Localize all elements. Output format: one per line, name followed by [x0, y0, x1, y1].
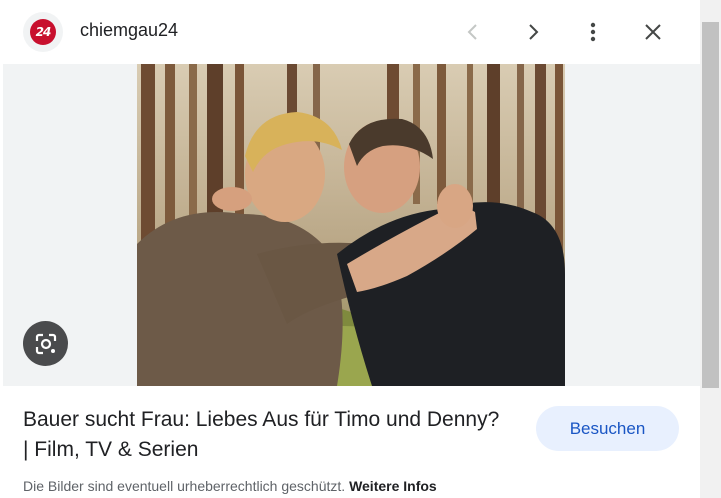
- image-preview-panel: 24 chiemgau24 Bauer sucht Frau: Liebes A…: [0, 0, 700, 498]
- google-lens-icon: [35, 333, 56, 354]
- visit-button[interactable]: Besuchen: [536, 406, 679, 451]
- preview-header: 24 chiemgau24: [0, 0, 700, 64]
- previous-button[interactable]: [455, 14, 491, 50]
- image-viewer: [3, 64, 700, 386]
- preview-image[interactable]: [137, 64, 565, 386]
- chevron-left-icon: [467, 24, 477, 40]
- chiemgau24-logo-icon: 24: [30, 19, 56, 45]
- more-vert-icon: [590, 22, 596, 42]
- vertical-scrollbar[interactable]: [700, 0, 721, 498]
- more-options-button[interactable]: [575, 14, 611, 50]
- site-name[interactable]: chiemgau24: [80, 20, 178, 41]
- copyright-notice: Die Bilder sind eventuell urheberrechtli…: [23, 478, 437, 494]
- google-lens-button[interactable]: [23, 321, 68, 366]
- site-logo[interactable]: 24: [23, 12, 63, 52]
- close-button[interactable]: [635, 14, 671, 50]
- chevron-right-icon: [529, 24, 539, 40]
- forest-photo: [137, 64, 565, 386]
- result-title[interactable]: Bauer sucht Frau: Liebes Aus für Timo un…: [23, 405, 503, 465]
- scrollbar-thumb[interactable]: [702, 22, 719, 388]
- more-info-link[interactable]: Weitere Infos: [349, 478, 437, 494]
- copyright-text: Die Bilder sind eventuell urheberrechtli…: [23, 478, 346, 494]
- next-button[interactable]: [515, 14, 551, 50]
- close-icon: [645, 24, 661, 40]
